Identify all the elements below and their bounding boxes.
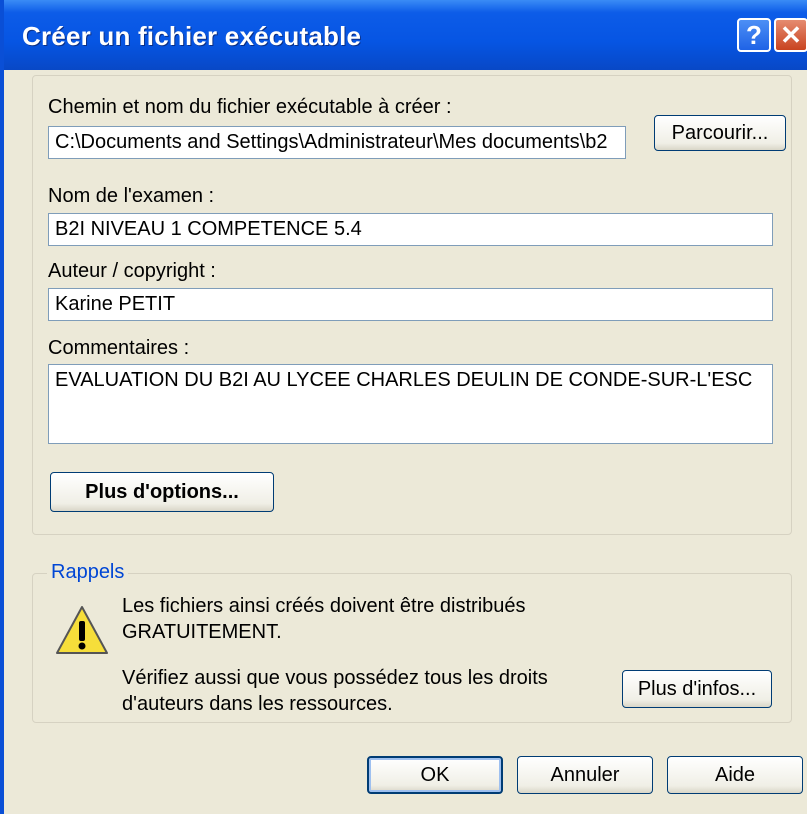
exam-name-field[interactable]: B2I NIVEAU 1 COMPETENCE 5.4 (48, 213, 773, 246)
reminder-text-2-line-1: Vérifiez aussi que vous possédez tous le… (122, 667, 548, 689)
reminders-title: Rappels (47, 561, 129, 584)
author-label: Auteur / copyright : (48, 260, 216, 282)
warning-icon (56, 606, 108, 654)
help-button[interactable]: Aide (667, 756, 803, 794)
dialog-window: Créer un fichier exécutable ? ✕ Chemin e… (0, 0, 807, 814)
path-label: Chemin et nom du fichier exécutable à cr… (48, 96, 452, 118)
title-bar[interactable]: Créer un fichier exécutable ? ✕ (4, 0, 807, 70)
exam-name-label: Nom de l'examen : (48, 185, 215, 207)
close-icon[interactable]: ✕ (774, 18, 807, 52)
ok-button[interactable]: OK (367, 756, 503, 794)
path-field[interactable]: C:\Documents and Settings\Administrateur… (48, 126, 626, 159)
reminder-text-1-line-2: GRATUITEMENT. (122, 621, 282, 643)
more-options-button[interactable]: Plus d'options... (50, 472, 274, 512)
author-field[interactable]: Karine PETIT (48, 288, 773, 321)
comments-label: Commentaires : (48, 337, 190, 359)
help-icon[interactable]: ? (737, 18, 771, 52)
browse-button[interactable]: Parcourir... (654, 115, 786, 151)
reminder-text-2-line-2: d'auteurs dans les ressources. (122, 693, 393, 715)
more-info-button[interactable]: Plus d'infos... (622, 670, 772, 708)
comments-textarea[interactable]: EVALUATION DU B2I AU LYCEE CHARLES DEULI… (48, 364, 773, 444)
window-title: Créer un fichier exécutable (22, 21, 362, 51)
cancel-button[interactable]: Annuler (517, 756, 653, 794)
reminder-text-1-line-1: Les fichiers ainsi créés doivent être di… (122, 595, 526, 617)
